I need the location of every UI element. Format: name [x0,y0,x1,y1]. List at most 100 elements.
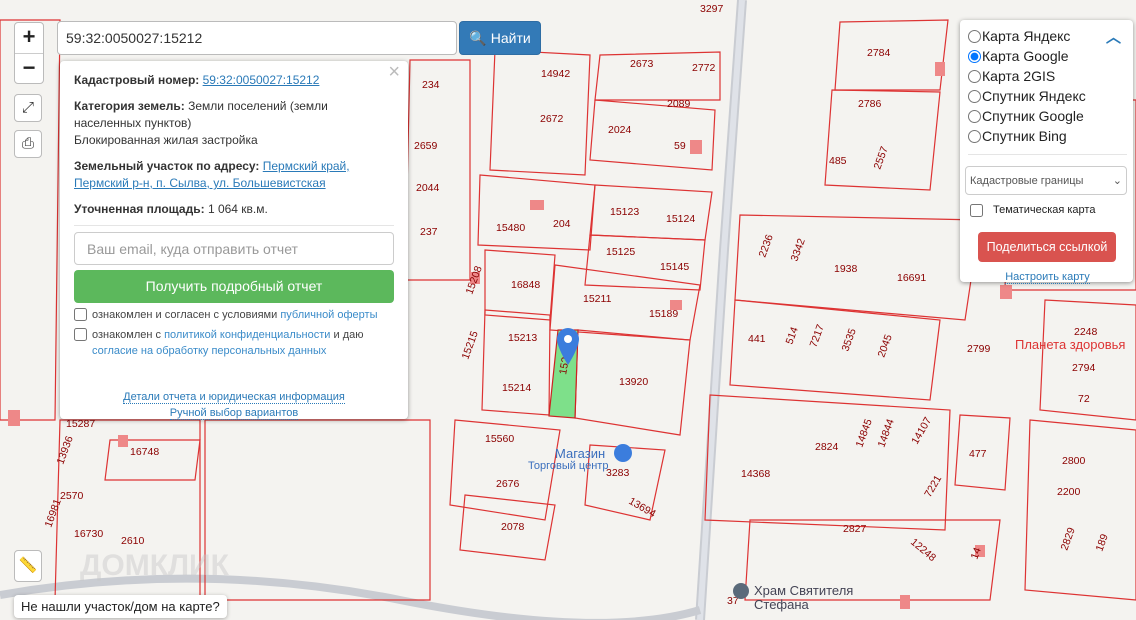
parcel-label: 16848 [511,279,540,291]
parcel-label: 2800 [1062,455,1086,467]
parcel-label: 2089 [667,98,691,110]
layer-option-label: Карта 2GIS [982,68,1056,84]
find-button-label: Найти [490,30,531,46]
zoom-out-button[interactable]: − [15,53,43,83]
parcel-label: 15124 [666,213,695,225]
parcel-label: 204 [553,218,571,230]
privacy-link[interactable]: политикой конфиденциальности [164,329,330,341]
poi-shop: Магазин [555,446,605,461]
parcel-label: 15125 [606,246,635,258]
manual-select-link[interactable]: Ручной выбор вариантов [169,407,299,420]
cadastral-search-input[interactable] [57,21,457,55]
search-icon: 🔍 [469,29,487,46]
email-input[interactable] [74,232,394,265]
parcel-label: 2676 [496,478,520,490]
category-label: Категория земель: [74,99,185,113]
layers-panel: ︿ Карта Яндекс Карта Google Карта 2GIS Спут… [960,20,1133,284]
shop-icon [614,444,632,462]
layer-radio[interactable] [968,129,981,143]
configure-map-link[interactable]: Настроить карту [1005,271,1090,284]
parcel-label: 2824 [815,441,839,453]
layer-radio[interactable] [968,49,981,63]
parcel-label: 14942 [541,68,570,80]
area-value: 1 064 кв.м. [207,202,268,216]
parcel-label: 485 [829,155,847,167]
overlay-select[interactable]: Кадастровые границы ⌄ [965,166,1127,195]
offer-text: ознакомлен и согласен с условиями [92,309,281,321]
poi-pharmacy: Планета здоровья [1015,337,1125,352]
parcel-label: 2672 [540,113,564,125]
building [530,200,544,210]
church-icon [733,583,749,599]
poi-church: Храм Святителя [754,583,853,598]
parcel-label: 15213 [508,332,537,344]
share-link-button[interactable]: Поделиться ссылкой [978,232,1116,262]
privacy-text: ознакомлен с [92,329,165,341]
parcel-label: 2799 [967,343,991,355]
find-button[interactable]: 🔍 Найти [459,21,541,55]
thematic-label: Тематическая карта [993,204,1096,216]
thematic-checkbox[interactable] [970,203,983,217]
parcel-label: 234 [422,79,440,91]
layer-radio[interactable] [968,109,981,123]
parcel-label: 15145 [660,261,689,273]
parcel-label: 15189 [649,308,678,320]
parcel-label: 2673 [630,58,654,70]
layer-radio[interactable] [968,69,981,83]
privacy-mid: и даю [330,329,364,341]
building [900,595,910,609]
poi-church-2: Стефана [754,597,810,612]
layer-option[interactable]: Карта 2GIS [968,66,1127,86]
layer-option[interactable]: Карта Google [968,46,1127,66]
parcel-label: 15211 [583,293,612,305]
poi-mall: Торговый центр [528,460,608,472]
zoom-control: + − [14,22,44,84]
layer-option[interactable]: Спутник Яндекс [968,86,1127,106]
parcel-label: 2024 [608,124,632,136]
watermark-logo: ДОМКЛИК [80,549,230,582]
parcel-label: 15560 [485,433,514,445]
building [1000,285,1012,299]
layer-radio[interactable] [968,89,981,103]
layer-option[interactable]: Карта Яндекс [968,26,1127,46]
layer-option[interactable]: Спутник Bing [968,126,1127,146]
parcel-label: 2200 [1057,486,1081,498]
zoom-in-button[interactable]: + [15,23,43,53]
parcel-label: 2044 [416,182,440,194]
offer-checkbox[interactable] [74,308,87,321]
parcel-label: 16730 [74,528,103,540]
chevron-down-icon: ⌄ [1112,175,1122,187]
parcel-label: 2827 [843,523,867,535]
close-icon[interactable]: × [388,62,400,82]
layer-option-label: Карта Яндекс [982,28,1071,44]
building [935,62,945,76]
parcel-label: 15480 [496,222,525,234]
parcel-label: 477 [969,448,987,460]
cad-label: Кадастровый номер: [74,73,200,87]
chevron-up-icon[interactable]: ︿ [1106,26,1121,47]
get-report-button[interactable]: Получить подробный отчет [74,270,394,303]
building [690,140,702,154]
layer-option-label: Спутник Bing [982,128,1067,144]
fullscreen-icon[interactable]: ⤢ [14,94,42,122]
layer-radio[interactable] [968,29,981,43]
building [118,435,128,447]
parcel-label: 2772 [692,62,716,74]
offer-link[interactable]: публичной оферты [280,309,377,321]
print-icon[interactable]: ⎙ [14,130,42,158]
ruler-icon[interactable]: 📏 [14,550,42,582]
details-link[interactable]: Детали отчета и юридическая информация [123,391,345,404]
layer-option-label: Спутник Яндекс [982,88,1086,104]
building [8,410,20,426]
consent-link[interactable]: согласие на обработку персональных данны… [92,345,326,357]
parcel-label: 72 [1078,393,1090,405]
parcel-label: 13920 [619,376,648,388]
layer-option[interactable]: Спутник Google [968,106,1127,126]
parcel-label: 2794 [1072,362,1096,374]
not-found-button[interactable]: Не нашли участок/дом на карте? [14,595,227,618]
parcel-label: 2078 [501,521,525,533]
parcel-label: 441 [748,333,766,345]
cad-number-link[interactable]: 59:32:0050027:15212 [203,73,320,87]
parcel-label: 3297 [700,3,724,15]
privacy-checkbox[interactable] [74,328,87,341]
